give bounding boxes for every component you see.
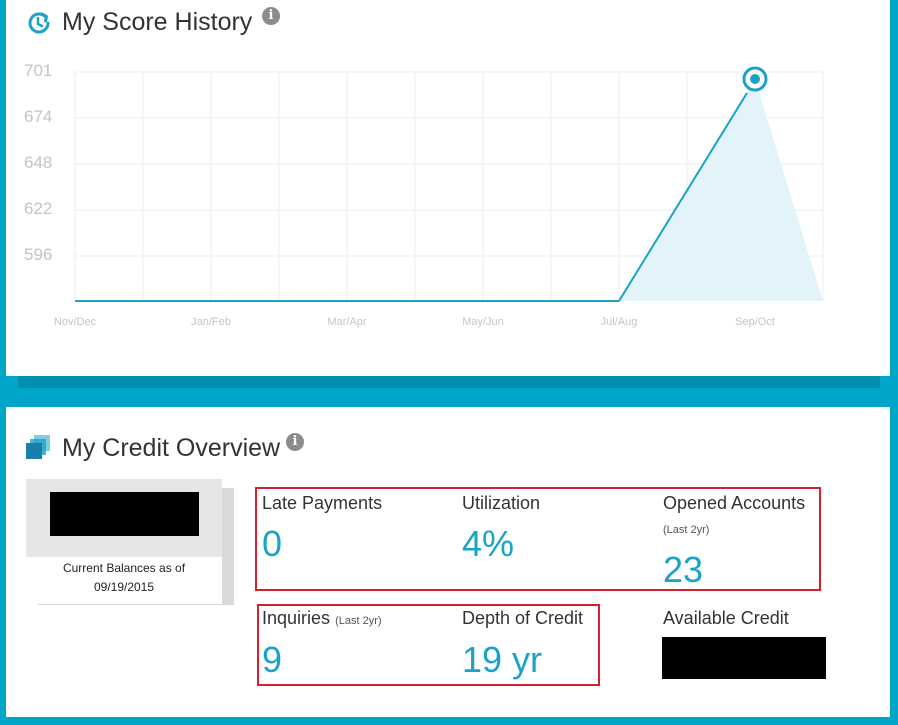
redacted-balance [50,492,199,536]
x-tick-label: Mar/Apr [327,316,367,328]
info-icon[interactable]: i [286,433,304,451]
depth-of-credit-label: Depth of Credit [462,608,584,628]
utilization-value: 4% [462,523,515,564]
inquiries-label-text: Inquiries [262,608,331,628]
x-tick-label: Sep/Oct [735,316,775,328]
overview-icon [26,435,50,459]
opened-accounts-value: 23 [663,549,704,590]
late-payments-value: 0 [262,523,283,564]
balances-caption: Current Balances as of 09/19/2015 [26,557,222,604]
utilization-label: Utilization [462,493,541,513]
x-tick-label: Jul/Aug [600,316,638,328]
depth-of-credit-value: 19 yr [462,639,543,680]
opened-accounts-note: (Last 2yr) [663,524,710,536]
panel-shadow [18,376,880,388]
opened-accounts-label: Opened Accounts [663,493,806,513]
x-tick-label: Nov/Dec [53,316,97,328]
score-area-fill [619,78,823,301]
late-payments-label: Late Payments [262,493,383,513]
balances-card: Current Balances as of 09/19/2015 [26,479,222,604]
balances-caption-line1: Current Balances as of [62,561,186,575]
inquiries-value: 9 [262,639,283,680]
redacted-available-credit [662,637,826,679]
credit-overview-panel: My Credit Overview i Current Balances as… [6,407,890,717]
balances-caption-line2: 09/19/2015 [93,580,155,594]
credit-overview-title: My Credit Overview [62,434,281,462]
score-point-marker-center [750,73,760,84]
inquiries-label: Inquiries (Last 2yr) [262,608,382,629]
inquiries-note: (Last 2yr) [335,615,382,627]
available-credit-label: Available Credit [663,608,789,628]
x-tick-label: Jan/Feb [191,316,231,328]
x-tick-label: May/Jun [462,316,504,328]
score-history-panel: My Score History i 701 674 648 622 596 N… [6,0,890,376]
